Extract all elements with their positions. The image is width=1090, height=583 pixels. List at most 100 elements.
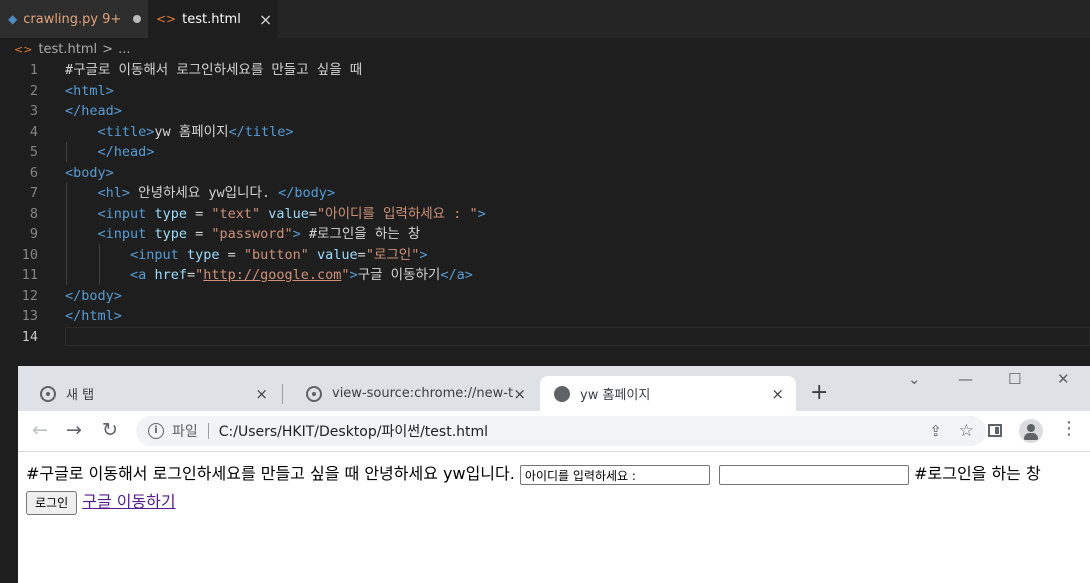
menu-icon[interactable]: ⋮ (1060, 418, 1078, 439)
share-icon[interactable]: ⇪ (929, 422, 942, 440)
reload-button[interactable]: ↻ (102, 419, 118, 441)
unsaved-dot-icon[interactable] (133, 15, 142, 23)
url-text[interactable]: C:/Users/HKIT/Desktop/파이썬/test.html (219, 421, 488, 441)
code-token: "password" (211, 226, 293, 242)
line-number: 8 (29, 205, 38, 222)
code-token: = (357, 246, 366, 263)
code-text: <input type = "password"> #로그인을 하는 창 (65, 224, 421, 245)
chrome-icon (306, 385, 322, 402)
code-text: <html> (65, 81, 114, 102)
close-icon[interactable]: × (255, 385, 268, 403)
side-panel-icon[interactable] (988, 424, 1002, 437)
problem-count-badge: 9+ (102, 11, 122, 27)
address-bar[interactable]: i 파일 C:/Users/HKIT/Desktop/파이썬/test.html… (136, 416, 986, 446)
code-text: <input type = "text" value="아이디를 입력하세요 :… (65, 204, 486, 225)
code-line[interactable]: 12 </body> (0, 286, 1090, 307)
bookmark-star-icon[interactable]: ☆ (959, 421, 974, 441)
code-text: <input type = "button" value="로그인"> (65, 245, 427, 266)
code-line[interactable]: 3 </head> (0, 101, 1090, 122)
code-token: <input (97, 226, 147, 242)
id-text-input[interactable]: 아이디를 입력하세요 : (519, 464, 710, 485)
code-token: </title> (228, 123, 294, 140)
code-line[interactable]: 1 #구글로 이동해서 로그인하세요를 만들고 싶을 때 (0, 60, 1090, 81)
forward-button[interactable]: → (66, 419, 82, 441)
minimize-button[interactable]: — (958, 370, 973, 388)
info-icon[interactable]: i (148, 423, 164, 439)
login-button[interactable]: 로그인 (26, 490, 78, 515)
line-number: 11 (21, 267, 38, 283)
code-token: > (349, 267, 358, 283)
code-line[interactable]: 8 <input type = "text" value="아이디를 입력하세요… (0, 204, 1090, 225)
code-line[interactable]: 11 <a href="http://google.com">구글 이동하기</… (0, 265, 1090, 286)
editor-tab-bar: ◆ crawling.py 9+ <> test.html × (0, 0, 1090, 38)
globe-icon (554, 385, 570, 402)
python-file-icon: ◆ (8, 12, 18, 26)
code-token: type (154, 226, 187, 242)
tab-yw-homepage[interactable]: yw 홈페이지 × (540, 376, 796, 411)
code-token: = (186, 267, 196, 283)
tab-crawling-py[interactable]: ◆ crawling.py 9+ (0, 0, 148, 38)
line-number: 14 (21, 328, 38, 345)
code-token: <hl> (97, 185, 131, 201)
line-number: 6 (29, 164, 38, 181)
code-line[interactable]: 13 </html> (0, 306, 1090, 327)
code-token: <body> (65, 164, 114, 181)
tab-search-icon[interactable]: ⌄ (908, 370, 921, 388)
code-line[interactable]: 14 (0, 326, 1090, 348)
code-token: </head> (97, 144, 155, 160)
site-info-label[interactable]: 파일 (172, 421, 198, 441)
close-icon[interactable]: × (771, 385, 784, 403)
chrome-icon (40, 385, 56, 402)
google-link[interactable]: 구글 이동하기 (82, 492, 175, 511)
code-token: > (419, 246, 428, 263)
code-editor[interactable]: 1 #구글로 이동해서 로그인하세요를 만들고 싶을 때 2 <html> 3 </hea… (0, 60, 1090, 360)
tab-divider (282, 384, 283, 404)
profile-avatar[interactable] (1019, 419, 1043, 443)
code-line[interactable]: 7 <hl> 안녕하세요 yw입니다. </body> (0, 183, 1090, 204)
code-line[interactable]: 2 <html> (0, 81, 1090, 102)
code-line[interactable]: 10 <input type = "button" value="로그인"> (0, 245, 1090, 266)
code-token: > (292, 226, 301, 242)
code-line[interactable]: 5 </head> (0, 142, 1090, 163)
tab-view-source[interactable]: view-source:chrome://new-tab-page/ × (284, 376, 538, 411)
html-file-icon: <> (156, 12, 177, 26)
tab-strip: 새 탭 × view-source:chrome://new-tab-page/… (18, 366, 1090, 411)
code-token: = (186, 226, 212, 242)
code-line[interactable]: 4 <title>yw 홈페이지</title> (0, 122, 1090, 143)
line-number: 10 (21, 246, 38, 263)
breadcrumb-more[interactable]: ... (118, 42, 130, 57)
password-input[interactable] (719, 464, 909, 485)
breadcrumb-separator: > (102, 41, 114, 57)
tab-new-tab[interactable]: 새 탭 × (18, 376, 280, 411)
line-number: 4 (29, 123, 38, 140)
code-token: = (308, 205, 318, 222)
breadcrumb-file[interactable]: test.html (38, 42, 97, 57)
line-number: 1 (29, 62, 38, 78)
code-token: " (195, 267, 204, 283)
close-icon[interactable]: × (259, 10, 272, 29)
line-number: 9 (29, 226, 38, 242)
code-token: <title> (97, 123, 155, 140)
code-line[interactable]: 6 <body> (0, 163, 1090, 184)
new-tab-button[interactable]: + (810, 380, 828, 405)
code-text: <title>yw 홈페이지</title> (65, 122, 294, 143)
code-line[interactable]: 9 <input type = "password"> #로그인을 하는 창 (0, 224, 1090, 245)
rendered-page: #구글로 이동해서 로그인하세요를 만들고 싶을 때 안녕하세요 yw입니다. … (26, 460, 1066, 516)
code-token: </body> (278, 185, 336, 201)
window-close-button[interactable]: ✕ (1057, 370, 1070, 388)
back-button[interactable]: ← (32, 419, 48, 441)
tab-test-html[interactable]: <> test.html × (148, 0, 278, 38)
code-token: "button" (243, 246, 309, 263)
maximize-button[interactable]: ☐ (1008, 370, 1021, 388)
code-token: type (154, 205, 187, 222)
code-text: <hl> 안녕하세요 yw입니다. </body> (65, 183, 336, 204)
close-icon[interactable]: × (513, 385, 526, 403)
divider (207, 423, 209, 439)
